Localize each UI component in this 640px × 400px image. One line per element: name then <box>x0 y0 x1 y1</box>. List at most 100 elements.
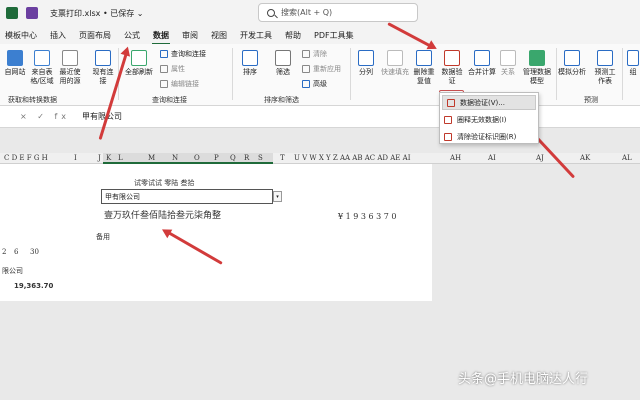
relationships-icon <box>500 50 516 66</box>
queries-connections-button[interactable]: 查询和连接 <box>160 49 206 59</box>
sort-button[interactable]: 排序 <box>236 50 264 77</box>
tab-insert[interactable]: 插入 <box>49 28 67 43</box>
column-header: C D E F G H I J K L M N O P Q R S T U V … <box>0 153 640 164</box>
search-box[interactable]: 搜索(Alt + Q) <box>258 3 418 22</box>
tab-developer[interactable]: 开发工具 <box>239 28 273 43</box>
column-label[interactable]: AH <box>450 154 461 162</box>
column-label[interactable]: N <box>172 154 178 162</box>
tab-page-layout[interactable]: 页面布局 <box>78 28 112 43</box>
tab-review[interactable]: 审阅 <box>181 28 199 43</box>
tab-view[interactable]: 视图 <box>210 28 228 43</box>
group-label-sort-filter: 排序和筛选 <box>264 96 299 104</box>
column-label[interactable]: AL <box>622 154 632 162</box>
remove-duplicates-button[interactable]: 删除重复值 <box>412 50 436 86</box>
formula-input[interactable]: 甲有限公司 <box>82 111 122 122</box>
column-label[interactable]: C D E F G H <box>4 154 48 162</box>
from-table-label: 来自表格/区域 <box>30 68 54 85</box>
refresh-all-label: 全部刷新 <box>125 68 153 76</box>
advanced-icon <box>302 80 310 88</box>
filter-icon <box>275 50 291 66</box>
memo-label: 备用 <box>96 233 110 241</box>
left-company: 限公司 <box>2 267 23 275</box>
consolidate-button[interactable]: 合并计算 <box>468 50 496 77</box>
text-to-columns-label: 分列 <box>359 68 373 76</box>
data-validation-icon <box>444 50 460 66</box>
tab-pdf-tools[interactable]: PDF工具集 <box>313 28 355 43</box>
from-web-button[interactable]: 自网站 <box>4 50 26 77</box>
column-label[interactable]: T <box>280 154 285 162</box>
menu-item-clear-circles[interactable]: 清除验证标识圈(R) <box>440 129 538 144</box>
column-label[interactable]: J <box>98 154 101 162</box>
flash-fill-button[interactable]: 快速填充 <box>380 50 410 77</box>
clear-circles-icon <box>444 132 452 141</box>
menu-item-circle-invalid[interactable]: 圈释无效数据(I) <box>440 112 538 127</box>
relationships-label: 关系 <box>501 68 515 76</box>
what-if-icon <box>564 50 580 66</box>
relationships-button[interactable]: 关系 <box>498 50 518 77</box>
recent-sources-icon <box>62 50 78 66</box>
edit-links-button[interactable]: 编辑链接 <box>160 79 199 89</box>
manage-data-model-button[interactable]: 管理数据模型 <box>522 50 552 86</box>
group-icon <box>627 50 639 66</box>
consolidate-label: 合并计算 <box>468 68 496 76</box>
properties-button[interactable]: 属性 <box>160 64 185 74</box>
existing-connections-button[interactable]: 现有连接 <box>92 50 114 86</box>
what-if-analysis-button[interactable]: 模拟分析 <box>558 50 586 77</box>
data-validation-menu: 数据验证(V)... 圈释无效数据(I) 清除验证标识圈(R) <box>439 92 539 144</box>
data-validation-button[interactable]: 数据验证 <box>440 50 464 86</box>
ribbon-separator <box>232 48 233 100</box>
column-label[interactable]: AK <box>580 154 590 162</box>
search-icon <box>267 8 275 17</box>
group-label: 组 <box>629 68 637 76</box>
refresh-icon <box>131 50 147 66</box>
tab-formulas[interactable]: 公式 <box>123 28 141 43</box>
left-cell: 30 <box>30 248 39 256</box>
column-label[interactable]: P <box>214 154 219 162</box>
from-web-label: 自网站 <box>4 68 26 76</box>
recent-sources-label: 最近使用的源 <box>59 68 81 85</box>
existing-connections-label: 现有连接 <box>92 68 114 85</box>
group-button[interactable]: 组 <box>626 50 640 77</box>
column-label[interactable]: AJ <box>536 154 544 162</box>
advanced-filter-button[interactable]: 高级 <box>302 79 327 89</box>
file-name[interactable]: 支票打印.xlsx • 已保存 ⌄ <box>50 8 143 19</box>
column-label[interactable]: S <box>258 154 263 162</box>
column-label[interactable]: AI <box>488 154 496 162</box>
text-to-columns-button[interactable]: 分列 <box>354 50 378 77</box>
column-label[interactable]: U V W X Y Z AA AB AC AD AE AI <box>294 154 410 162</box>
sheet-area[interactable] <box>0 164 432 301</box>
column-label[interactable]: L <box>118 154 123 162</box>
excel-app-icon <box>6 7 18 19</box>
tab-template-center[interactable]: 模板中心 <box>4 28 38 43</box>
fx-icon[interactable]: × ✓ fx <box>20 112 70 121</box>
column-label[interactable]: K <box>106 154 111 162</box>
table-icon <box>34 50 50 66</box>
formula-bar: × ✓ fx 甲有限公司 <box>0 106 640 128</box>
column-label[interactable]: O <box>194 154 200 162</box>
filter-button[interactable]: 筛选 <box>270 50 296 77</box>
from-table-button[interactable]: 来自表格/区域 <box>30 50 54 86</box>
column-label[interactable]: Q <box>230 154 236 162</box>
amount-in-words: 壹万玖仟叁佰陆拾叁元柒角整 <box>104 211 222 221</box>
left-cell: 2 <box>2 248 7 256</box>
reapply-button[interactable]: 重新应用 <box>302 64 341 74</box>
tab-data[interactable]: 数据 <box>152 28 170 45</box>
payee-cell[interactable]: 甲有限公司 <box>101 189 273 204</box>
cell-dropdown-button[interactable]: ▾ <box>273 191 282 202</box>
check-headers: 试零试试 零陆 叁拾 <box>134 179 195 187</box>
data-model-icon <box>529 50 545 66</box>
forecast-sheet-button[interactable]: 预测工作表 <box>592 50 618 86</box>
data-validation-label: 数据验证 <box>441 68 463 85</box>
connections-icon <box>95 50 111 66</box>
menu-item-data-validation[interactable]: 数据验证(V)... <box>442 95 536 110</box>
amount-in-digits: ¥ 1 9 3 6 3 7 0 <box>338 212 397 221</box>
query-icon <box>160 50 168 58</box>
reapply-icon <box>302 65 310 73</box>
column-label[interactable]: I <box>74 154 77 162</box>
column-label[interactable]: R <box>244 154 249 162</box>
clear-filter-button[interactable]: 清除 <box>302 49 327 59</box>
column-label[interactable]: M <box>148 154 155 162</box>
tab-help[interactable]: 帮助 <box>284 28 302 43</box>
recent-sources-button[interactable]: 最近使用的源 <box>58 50 82 86</box>
save-icon[interactable] <box>26 7 38 19</box>
